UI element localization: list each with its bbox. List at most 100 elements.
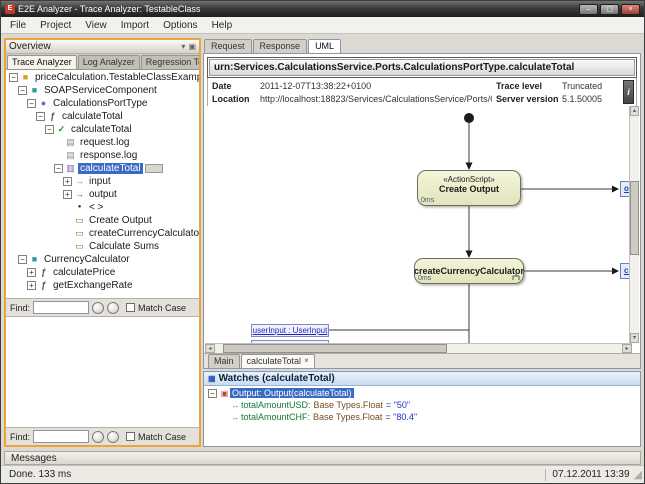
menu-item-help[interactable]: Help <box>205 19 240 32</box>
scroll-thumb[interactable] <box>630 181 639 255</box>
scroll-thumb[interactable] <box>223 344 447 353</box>
vertical-scrollbar[interactable]: ▴ ▾ <box>629 106 639 343</box>
object-node-userinput[interactable]: userInput : UserInput <box>251 324 329 337</box>
detail-tab-response[interactable]: Response <box>253 39 308 53</box>
watch-name: totalAmountUSD: <box>241 400 311 410</box>
overview-panel: Overview ▾ ▣ Trace AnalyzerLog AnalyzerR… <box>4 38 201 447</box>
info-value: 2011-12-07T13:38:22+0100 <box>260 81 492 91</box>
action-icon: ▭ <box>74 215 85 226</box>
tree-row[interactable]: +→output <box>6 188 199 201</box>
resize-grip-icon[interactable]: ◢ <box>634 468 642 481</box>
tree-row[interactable]: ▭Create Output <box>6 214 199 227</box>
tree-expander-icon[interactable]: − <box>9 73 18 82</box>
tree-expander-icon[interactable]: − <box>54 164 63 173</box>
tree-row[interactable]: ▤request.log <box>6 136 199 149</box>
tree-row[interactable]: ▤response.log <box>6 149 199 162</box>
tree-label: input <box>87 176 113 187</box>
tree-row[interactable]: −■CurrencyCalculator <box>6 253 199 266</box>
detail-tab-uml[interactable]: UML <box>308 39 341 53</box>
info-label: Date <box>208 81 260 91</box>
tree-expander-icon[interactable]: − <box>18 86 27 95</box>
duration-label: 0ms <box>418 275 431 282</box>
tree-row[interactable]: ▭Calculate Sums <box>6 240 199 253</box>
tree-row[interactable]: −ƒcalculateTotal <box>6 110 199 123</box>
panel-menu-icon[interactable]: ▾ <box>181 41 185 53</box>
scroll-down-button[interactable]: ▾ <box>630 333 639 343</box>
overview-tab-trace-analyzer[interactable]: Trace Analyzer <box>7 55 77 69</box>
titlebar[interactable]: E E2E Analyzer - Trace Analyzer: Testabl… <box>1 1 644 17</box>
tree-row[interactable]: ▭createCurrencyCalculator <box>6 227 199 240</box>
tree-row[interactable]: ●< > <box>6 201 199 214</box>
overview-tab-regression-tests[interactable]: Regression Tests <box>141 55 199 69</box>
tree-label: Create Output <box>87 215 154 226</box>
tree-expander-icon[interactable]: + <box>63 190 72 199</box>
tree-expander-spacer <box>63 242 72 251</box>
watch-expander-icon[interactable]: − <box>208 389 217 398</box>
menu-item-import[interactable]: Import <box>114 19 156 32</box>
output-icon: → <box>74 189 85 200</box>
scroll-up-button[interactable]: ▴ <box>630 106 639 116</box>
find-forward-button[interactable] <box>107 302 119 314</box>
close-button[interactable]: × <box>621 4 640 15</box>
tree-row[interactable]: +ƒcalculatePrice <box>6 266 199 279</box>
maximize-button[interactable]: ▢ <box>600 4 619 15</box>
tree-row[interactable]: −●CalculationsPortType <box>6 97 199 110</box>
find-back-button[interactable] <box>92 302 104 314</box>
tree-row[interactable]: −■SOAPServiceComponent <box>6 84 199 97</box>
call-behavior-rake-icon <box>512 274 520 281</box>
tree-row[interactable]: −■priceCalculation.TestableClassExample.… <box>6 71 199 84</box>
scroll-track[interactable] <box>215 344 622 353</box>
watch-row-root[interactable]: −▣Output: Output(calculateTotal) <box>204 387 640 399</box>
scroll-track[interactable] <box>630 116 639 333</box>
messages-bar[interactable]: Messages <box>4 451 641 465</box>
watches-header: ▦ Watches (calculateTotal) <box>204 372 640 386</box>
menu-item-options[interactable]: Options <box>156 19 204 32</box>
tree-label: output <box>87 189 119 200</box>
tree-row[interactable]: +→input <box>6 175 199 188</box>
tree-expander-icon[interactable]: − <box>36 112 45 121</box>
tree-expander-icon[interactable]: − <box>27 99 36 108</box>
overview-panel-header: Overview ▾ ▣ <box>6 40 199 54</box>
tree-label: createCurrencyCalculator <box>87 228 199 239</box>
uml-info: Date2011-12-07T13:38:22+0100Trace levelT… <box>207 78 637 107</box>
tree-expander-spacer <box>54 138 63 147</box>
find-input[interactable] <box>33 301 89 314</box>
info-value: http://localhost:18823/Services/Calculat… <box>260 94 492 104</box>
find-forward-button[interactable] <box>107 431 119 443</box>
pin-icon[interactable]: ▣ <box>188 41 196 53</box>
tree-expander-icon[interactable]: + <box>27 268 36 277</box>
find-input[interactable] <box>33 430 89 443</box>
scroll-right-button[interactable]: ▸ <box>622 344 632 353</box>
tree-row[interactable]: +ƒgetExchangeRate <box>6 279 199 292</box>
tree-expander-icon[interactable]: + <box>63 177 72 186</box>
tree-expander-icon[interactable]: − <box>45 125 54 134</box>
watch-item-icon: ↔ <box>230 413 241 422</box>
minimize-button[interactable]: – <box>579 4 598 15</box>
watch-row[interactable]: ↔totalAmountCHF:Base Types.Float= "80.4" <box>204 411 640 423</box>
tree-expander-icon[interactable]: + <box>27 281 36 290</box>
detail-tab-request[interactable]: Request <box>204 39 252 53</box>
link-icon: ● <box>74 202 85 213</box>
scroll-left-button[interactable]: ◂ <box>205 344 215 353</box>
info-button[interactable]: i <box>623 80 634 104</box>
menu-item-file[interactable]: File <box>3 19 33 32</box>
tree-row[interactable]: −▥calculateTotal <box>6 162 199 175</box>
find-back-button[interactable] <box>92 431 104 443</box>
component-icon: ■ <box>29 85 40 96</box>
match-case-checkbox[interactable] <box>126 303 135 312</box>
horizontal-scrollbar[interactable]: ◂ ▸ <box>205 343 632 353</box>
tree-item-badge <box>145 164 163 173</box>
tree-expander-spacer <box>63 203 72 212</box>
tab-close-icon[interactable]: × <box>304 357 309 365</box>
doc-tab-calculatetotal[interactable]: calculateTotal× <box>241 354 315 368</box>
status-text: Done. 133 ms <box>1 469 71 480</box>
initial-node <box>464 113 474 123</box>
overview-tab-log-analyzer[interactable]: Log Analyzer <box>78 55 140 69</box>
watch-row[interactable]: ↔totalAmountUSD:Base Types.Float= "50" <box>204 399 640 411</box>
tree-row[interactable]: −✓calculateTotal <box>6 123 199 136</box>
menu-item-view[interactable]: View <box>78 19 114 32</box>
tree-expander-icon[interactable]: − <box>18 255 27 264</box>
doc-tab-main[interactable]: Main <box>208 354 240 368</box>
match-case-checkbox[interactable] <box>126 432 135 441</box>
menu-item-project[interactable]: Project <box>33 19 78 32</box>
